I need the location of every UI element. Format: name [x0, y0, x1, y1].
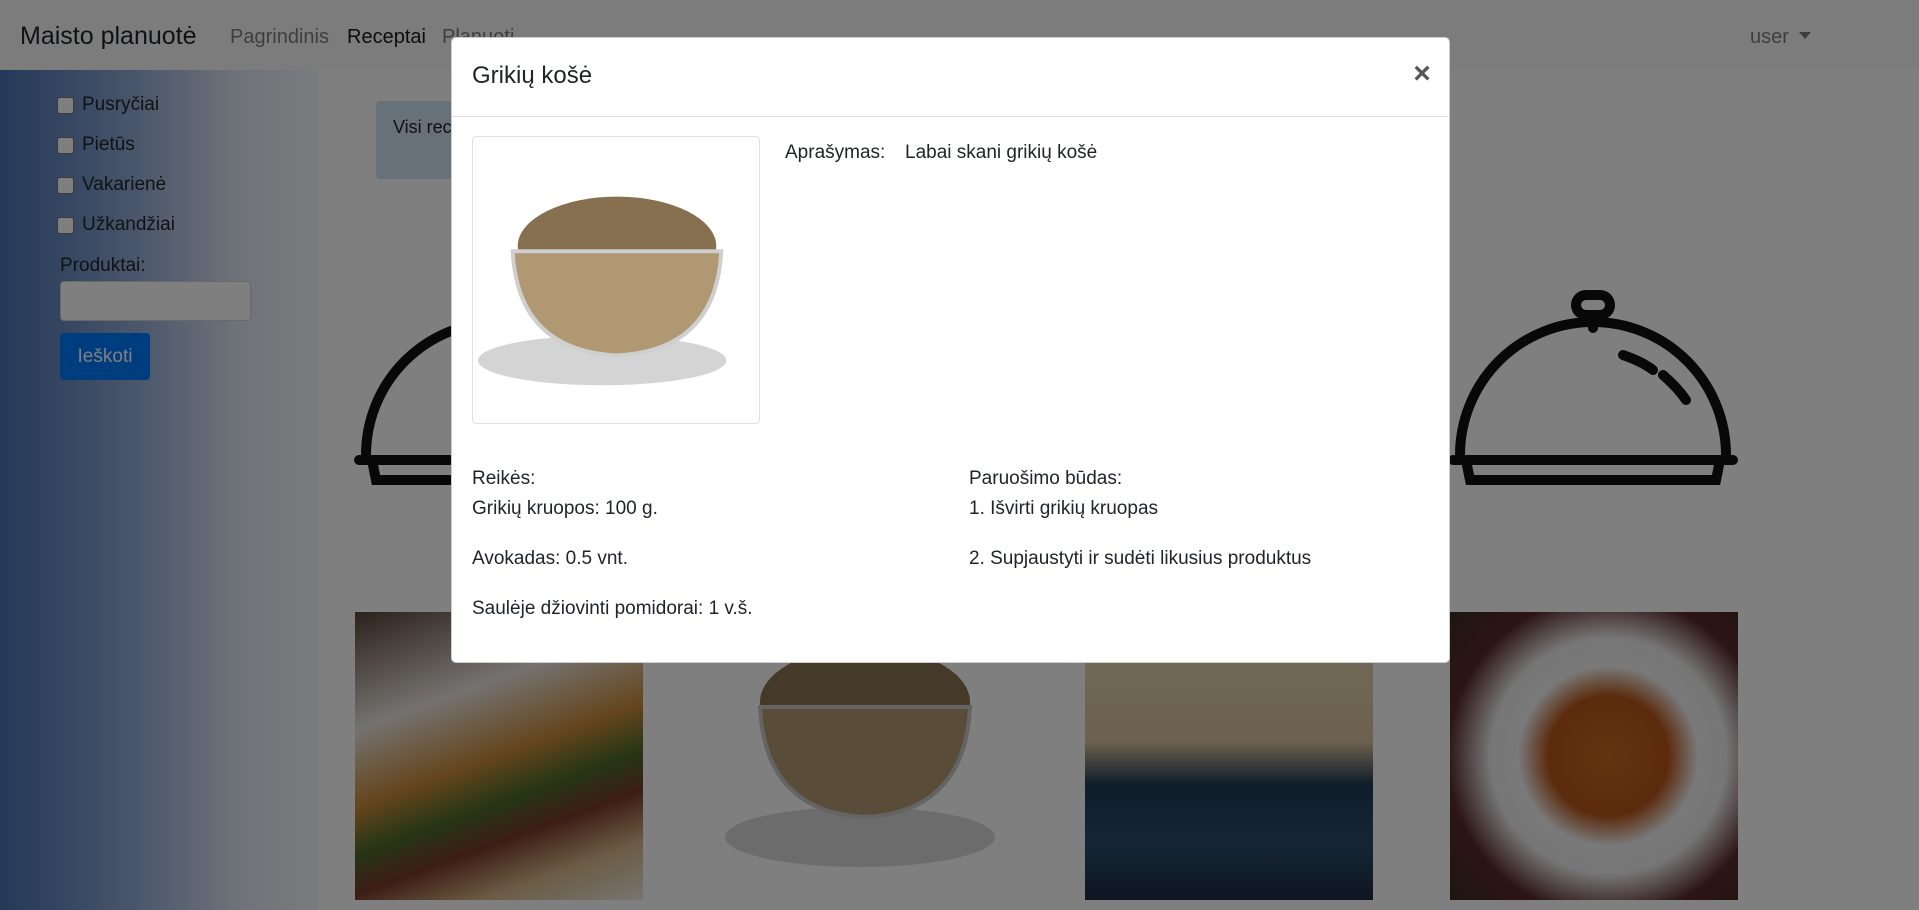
- ingredient-item: Grikių kruopos: 100 g.: [472, 498, 658, 519]
- buckwheat-bowl-icon: [477, 196, 727, 386]
- ingredient-item: Saulėje džiovinti pomidorai: 1 v.š.: [472, 598, 753, 619]
- ingredients-title: Reikės:: [472, 468, 536, 489]
- recipe-image: [472, 136, 760, 424]
- recipe-modal: Grikių košė × Aprašymas: Labai skani gri…: [451, 37, 1450, 663]
- preparation-step: 2. Supjaustyti ir sudėti likusius produk…: [969, 548, 1312, 569]
- preparation-title: Paruošimo būdas:: [969, 468, 1123, 489]
- description-text: Labai skani grikių košė: [905, 142, 1098, 163]
- close-icon[interactable]: ×: [1409, 57, 1435, 91]
- modal-header: Grikių košė ×: [452, 38, 1449, 117]
- description-label: Aprašymas:: [785, 142, 886, 163]
- ingredient-item: Avokadas: 0.5 vnt.: [472, 548, 628, 569]
- modal-title: Grikių košė: [472, 62, 593, 89]
- preparation-step: 1. Išvirti grikių kruopas: [969, 498, 1159, 519]
